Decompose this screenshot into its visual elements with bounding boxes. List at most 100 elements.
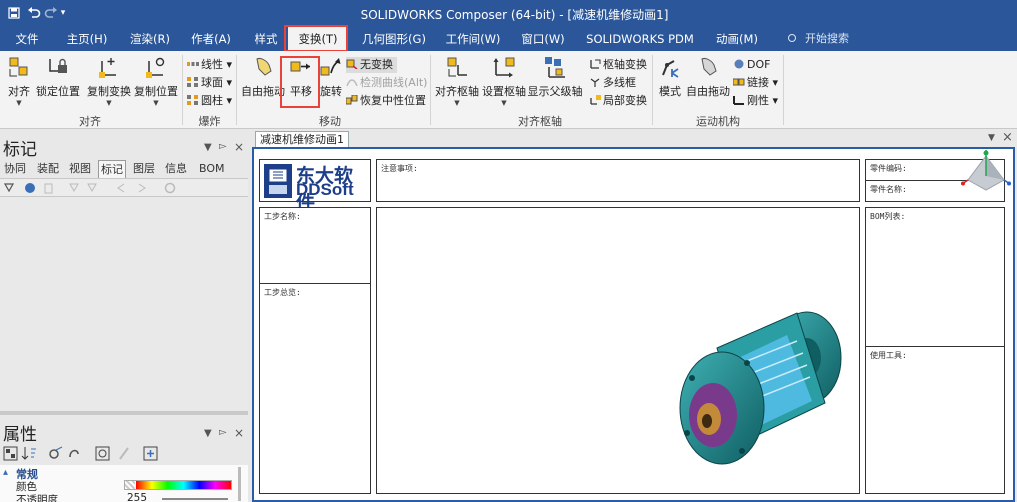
align-button[interactable]: 对齐 ▼ xyxy=(4,55,34,107)
tab-views[interactable]: 视图 xyxy=(69,160,91,178)
rotate-label: 旋转 xyxy=(320,85,342,98)
next-icon[interactable] xyxy=(138,183,146,193)
filter-remove-icon[interactable] xyxy=(87,183,97,193)
sphere-icon[interactable] xyxy=(25,183,35,193)
trash-icon[interactable] xyxy=(44,183,53,194)
bom-list-label: BOM列表: xyxy=(870,212,906,221)
copy-transform-button[interactable]: 复制变换 ▼ xyxy=(86,55,132,107)
notes-label: 注意事项: xyxy=(381,164,418,173)
linear-explode-icon xyxy=(187,58,199,68)
tab-geometry[interactable]: 几何图形(G) xyxy=(360,27,428,51)
refresh-icon[interactable] xyxy=(164,182,176,194)
tab-transform[interactable]: 变换(T) xyxy=(288,27,348,51)
tab-collaboration[interactable]: 协同 xyxy=(4,160,26,178)
pane-splitter[interactable] xyxy=(0,411,248,415)
kinematics-free-drag-button[interactable]: 自由拖动 xyxy=(686,55,730,107)
align-pivot-button[interactable]: 对齐枢轴 ▼ xyxy=(434,55,480,107)
rotate-button[interactable]: 旋转 xyxy=(317,55,345,107)
close-icon[interactable]: × xyxy=(234,426,244,440)
pivot-transform-button[interactable]: 枢轴变换 xyxy=(589,57,647,73)
restore-neutral-icon xyxy=(345,94,358,105)
tab-home[interactable]: 主页(H) xyxy=(62,27,112,51)
pane-menu-icon[interactable]: ▼ xyxy=(204,142,212,153)
no-color-icon xyxy=(125,481,135,489)
close-document-icon[interactable]: × xyxy=(1002,130,1013,145)
opacity-value[interactable]: 255 xyxy=(127,492,147,502)
link-icon xyxy=(732,76,745,86)
tools-used-label: 使用工具: xyxy=(870,351,907,360)
pencil-icon[interactable] xyxy=(119,447,129,460)
tab-render[interactable]: 渲染(R) xyxy=(126,27,174,51)
filter-add-icon[interactable] xyxy=(69,183,79,193)
cylinder-explode-button[interactable]: 圆柱 ▾ xyxy=(187,93,232,109)
dof-label: DOF xyxy=(747,58,771,71)
restore-neutral-button[interactable]: 恢复中性位置 xyxy=(345,93,426,109)
filter-icon[interactable] xyxy=(3,183,15,193)
pin-icon[interactable]: ▻ xyxy=(219,141,227,152)
unlink-icon[interactable] xyxy=(69,449,79,458)
copy-transform-label: 复制变换 xyxy=(87,85,131,98)
translate-icon xyxy=(289,55,313,79)
cylinder-explode-icon xyxy=(187,94,199,105)
view-cube[interactable] xyxy=(960,150,1012,194)
lock-position-button[interactable]: 锁定位置 xyxy=(36,55,80,107)
link-icon[interactable] xyxy=(49,446,63,459)
search-box[interactable]: 开始搜索 xyxy=(788,27,849,51)
copy-position-button[interactable]: 复制位置 ▼ xyxy=(133,55,179,107)
3d-viewport[interactable]: 东大软件 DDSoft 注意事项: 零件编码: 零件名称: 工步名称: 工步总览… xyxy=(252,147,1015,502)
multi-wireframe-button[interactable]: 多线框 xyxy=(589,75,636,91)
pivot-group-label: 对齐枢轴 xyxy=(518,115,562,128)
sphere-explode-icon xyxy=(187,76,199,87)
tab-layers[interactable]: 图层 xyxy=(133,160,155,178)
document-tab[interactable]: 减速机维修动画1 xyxy=(255,131,349,147)
pivot-transform-icon xyxy=(589,58,601,69)
detect-curve-button[interactable]: 检测曲线(Alt) xyxy=(346,75,427,91)
categorized-icon[interactable] xyxy=(3,446,18,461)
linear-explode-button[interactable]: 线性 ▾ xyxy=(187,57,232,73)
tab-assembly[interactable]: 装配 xyxy=(37,160,59,178)
translate-button[interactable]: 平移 xyxy=(286,55,316,107)
align-pivot-label: 对齐枢轴 xyxy=(435,85,479,98)
gearbox-model[interactable] xyxy=(647,303,857,488)
previous-icon[interactable] xyxy=(117,183,125,193)
tab-style[interactable]: 样式 xyxy=(249,27,283,51)
tab-solidworks-pdm[interactable]: SOLIDWORKS PDM xyxy=(586,27,694,51)
tab-workshop[interactable]: 工作间(W) xyxy=(443,27,503,51)
show-parent-axis-icon xyxy=(543,55,567,79)
sphere-explode-button[interactable]: 球面 ▾ xyxy=(187,75,232,91)
tab-file[interactable]: 文件 xyxy=(8,27,46,51)
rigid-button[interactable]: 刚性 ▾ xyxy=(733,93,778,109)
section-expander-icon[interactable]: ▴ xyxy=(3,467,8,478)
local-transform-button[interactable]: 局部变换 xyxy=(589,93,647,109)
dof-button[interactable]: DOF xyxy=(733,57,770,73)
rigid-label: 刚性 xyxy=(747,94,769,107)
tab-markers[interactable]: 标记 xyxy=(98,160,126,178)
mode-button[interactable]: 模式 xyxy=(656,55,684,107)
tab-bom[interactable]: BOM xyxy=(199,160,225,178)
pin-icon[interactable]: ▻ xyxy=(219,427,227,438)
tab-info[interactable]: 信息 xyxy=(165,160,187,178)
ribbon-panel: 对齐 ▼ 锁定位置 复制变换 ▼ 复制位置 ▼ 对齐 线性 ▾ 球面 ▾ 圆柱 … xyxy=(0,51,1017,129)
close-icon[interactable]: × xyxy=(234,140,244,154)
search-placeholder: 开始搜索 xyxy=(805,32,849,45)
sort-icon[interactable] xyxy=(21,447,36,460)
tab-author[interactable]: 作者(A) xyxy=(187,27,235,51)
reset-icon[interactable] xyxy=(95,446,110,461)
tab-animation[interactable]: 动画(M) xyxy=(710,27,764,51)
logo-frame: 东大软件 DDSoft xyxy=(259,159,371,214)
properties-scrollbar[interactable] xyxy=(238,467,241,501)
set-pivot-button[interactable]: 设置枢轴 ▼ xyxy=(482,55,526,107)
add-property-icon[interactable] xyxy=(143,446,158,461)
link-button[interactable]: 链接 ▾ xyxy=(732,75,778,91)
lightbulb-icon xyxy=(788,34,796,42)
free-drag-button[interactable]: 自由拖动 xyxy=(240,55,286,107)
tab-list-dropdown-icon[interactable]: ▼ xyxy=(988,133,995,143)
multi-wireframe-icon xyxy=(589,76,601,87)
color-picker[interactable] xyxy=(124,480,232,490)
pane-menu-icon[interactable]: ▼ xyxy=(204,428,212,439)
opacity-slider[interactable] xyxy=(162,498,228,500)
no-transform-button[interactable]: 无变换 xyxy=(346,57,397,73)
pivot-transform-label: 枢轴变换 xyxy=(603,58,647,71)
tab-window[interactable]: 窗口(W) xyxy=(518,27,568,51)
show-parent-axis-button[interactable]: 显示父级轴 xyxy=(527,55,583,107)
